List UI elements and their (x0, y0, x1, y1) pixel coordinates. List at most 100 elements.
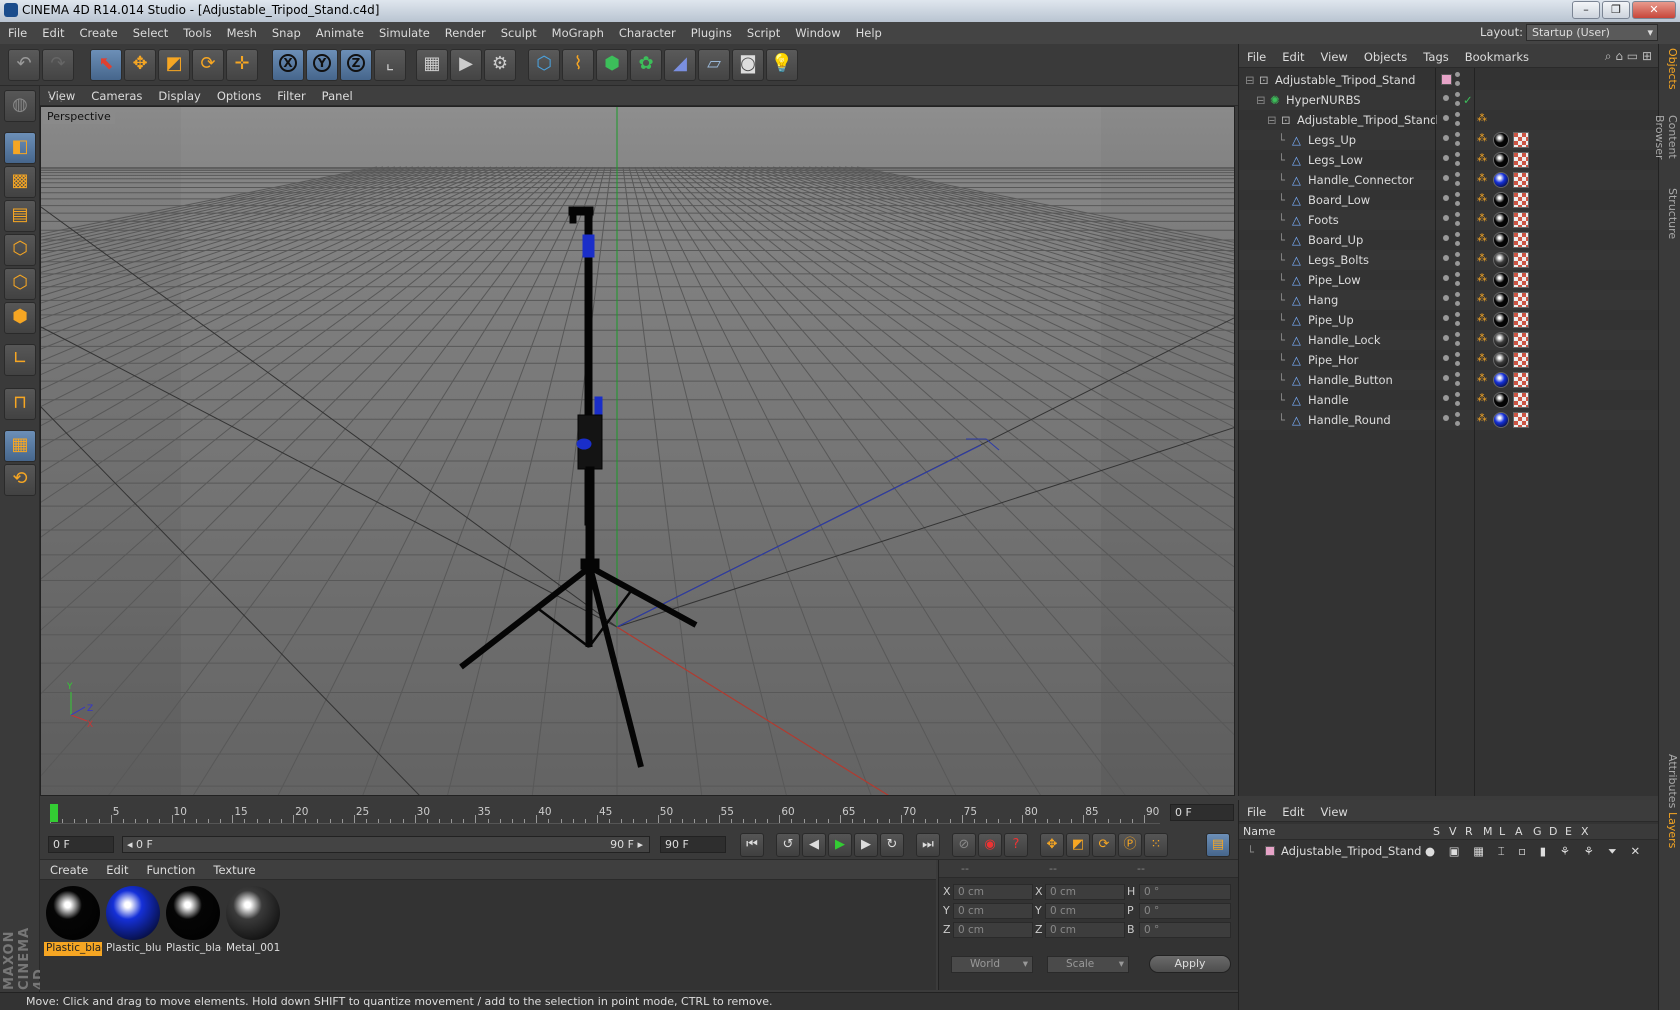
move-button[interactable]: ✥ (124, 49, 156, 81)
make-editable-button[interactable]: ◍ (4, 90, 36, 122)
layer-column-s[interactable]: S (1433, 825, 1440, 838)
viewport-perspective[interactable]: Y X Z Perspective (40, 106, 1235, 796)
menu-edit[interactable]: Edit (34, 22, 71, 40)
render-visibility-dot[interactable] (1455, 121, 1460, 126)
editor-visibility-dot[interactable] (1443, 295, 1449, 301)
uvw-tag-icon[interactable] (1513, 372, 1529, 388)
object-row[interactable]: └ △ Legs_Low ⁂ (1239, 150, 1659, 170)
key-scale-button[interactable]: ◩ (1066, 833, 1090, 857)
editor-visibility-dot[interactable] (1455, 192, 1460, 197)
edges-mode-button[interactable]: ⬡ (4, 268, 36, 300)
object-menu-tags[interactable]: Tags (1415, 44, 1456, 64)
viewport-label[interactable]: Perspective (43, 109, 115, 124)
layer-column-x[interactable]: X (1581, 825, 1589, 838)
search-icon[interactable]: ⌕ (1605, 49, 1612, 63)
editor-visibility-dot[interactable] (1455, 392, 1460, 397)
editor-visibility-dot[interactable] (1455, 212, 1460, 217)
close-button[interactable]: ✕ (1632, 1, 1676, 19)
object-row[interactable]: └ △ Handle_Connector ⁂ (1239, 170, 1659, 190)
editor-visibility-dot[interactable] (1443, 175, 1449, 181)
nurbs-button[interactable]: ⬢ (596, 49, 628, 81)
editor-visibility-dot[interactable] (1443, 155, 1449, 161)
record-button[interactable]: ◉ (978, 833, 1002, 857)
key-rotation-button[interactable]: ⟳ (1092, 833, 1116, 857)
uvw-tag-icon[interactable] (1513, 332, 1529, 348)
editor-visibility-dot[interactable] (1455, 292, 1460, 297)
uvw-tag-icon[interactable] (1513, 292, 1529, 308)
material-menu-function[interactable]: Function (137, 860, 204, 877)
layer-column-a[interactable]: A (1515, 825, 1523, 838)
editor-visibility-dot[interactable] (1455, 132, 1460, 137)
editor-visibility-dot[interactable] (1443, 415, 1449, 421)
editor-visibility-dot[interactable] (1443, 355, 1449, 361)
viewport-menu-cameras[interactable]: Cameras (83, 86, 150, 103)
object-row[interactable]: └ △ Hang ⁂ (1239, 290, 1659, 310)
menu-create[interactable]: Create (72, 22, 125, 40)
editor-visibility-dot[interactable] (1455, 252, 1460, 257)
maximize-button[interactable]: ❐ (1602, 1, 1630, 19)
tab-content-browser[interactable]: Content Browser (1653, 96, 1679, 178)
phong-tag-icon[interactable]: ⁂ (1477, 273, 1487, 284)
render-visibility-dot[interactable] (1455, 361, 1460, 366)
cube-button[interactable]: ⬡ (528, 49, 560, 81)
object-row[interactable]: ⊟ ⊡ Adjustable_Tripod_Stand (1239, 70, 1659, 90)
tab-objects[interactable]: Objects (1661, 48, 1679, 90)
uvw-tag-icon[interactable] (1513, 172, 1529, 188)
editor-visibility-dot[interactable] (1443, 135, 1449, 141)
phong-tag-icon[interactable]: ⁂ (1477, 213, 1487, 224)
next-key-button[interactable]: ↻ (880, 833, 904, 857)
render-visibility-dot[interactable] (1455, 241, 1460, 246)
tab-structure[interactable]: Structure (1661, 184, 1679, 244)
render-visibility-dot[interactable] (1455, 81, 1460, 86)
render-view-button[interactable]: ▦ (416, 49, 448, 81)
layer-column-v[interactable]: V (1449, 825, 1457, 838)
array-button[interactable]: ✿ (630, 49, 662, 81)
menu-mesh[interactable]: Mesh (219, 22, 264, 40)
material-tag-icon[interactable] (1493, 172, 1509, 188)
render-visibility-dot[interactable] (1455, 401, 1460, 406)
editor-visibility-dot[interactable] (1443, 255, 1449, 261)
timeline-view-button[interactable]: ▤ (1206, 833, 1230, 857)
timeline-ruler[interactable]: 051015202530354045505560657075808590 (50, 802, 1160, 824)
layer-menu-file[interactable]: File (1239, 800, 1274, 819)
viewport-menu-panel[interactable]: Panel (314, 86, 361, 103)
menu-file[interactable]: File (0, 22, 34, 40)
layer-column-r[interactable]: R (1465, 825, 1473, 838)
object-menu-file[interactable]: File (1239, 44, 1274, 64)
tab-attributes[interactable]: Attributes (1661, 754, 1679, 808)
layer-color-swatch[interactable] (1441, 74, 1452, 85)
z-axis-button[interactable]: Z (340, 49, 372, 81)
uvw-tag-icon[interactable] (1513, 132, 1529, 148)
size-field[interactable]: 0 cm (1045, 922, 1125, 938)
editor-visibility-dot[interactable] (1443, 395, 1449, 401)
material-swatch[interactable]: Plastic_blac (164, 884, 222, 956)
object-row[interactable]: └ △ Board_Up ⁂ (1239, 230, 1659, 250)
render-visibility-dot[interactable] (1455, 261, 1460, 266)
fold-icon[interactable]: ▭ (1627, 49, 1638, 63)
editor-visibility-dot[interactable] (1455, 152, 1460, 157)
home-icon[interactable]: ⌂ (1615, 49, 1623, 63)
go-to-end-button[interactable]: ⏭ (916, 833, 940, 857)
layout-select[interactable]: Startup (User) ▾ (1526, 24, 1658, 41)
uvw-tag-icon[interactable] (1513, 252, 1529, 268)
material-tag-icon[interactable] (1493, 252, 1509, 268)
spline-button[interactable]: ⌇ (562, 49, 594, 81)
editor-visibility-dot[interactable] (1455, 112, 1460, 117)
uvw-tag-icon[interactable] (1513, 412, 1529, 428)
light-button[interactable]: 💡 (766, 49, 798, 81)
material-tag-icon[interactable] (1493, 352, 1509, 368)
layer-column-l[interactable]: L (1499, 825, 1505, 838)
live-selection-button[interactable]: ⬉ (90, 49, 122, 81)
playhead[interactable] (50, 804, 58, 822)
uvw-tag-icon[interactable] (1513, 312, 1529, 328)
phong-tag-icon[interactable]: ⁂ (1477, 193, 1487, 204)
editor-visibility-dot[interactable] (1443, 115, 1449, 121)
object-menu-objects[interactable]: Objects (1356, 44, 1415, 64)
editor-visibility-dot[interactable] (1455, 92, 1460, 97)
object-menu-view[interactable]: View (1313, 44, 1356, 64)
editor-visibility-dot[interactable] (1455, 312, 1460, 317)
tab-layers[interactable]: Layers (1661, 810, 1679, 850)
editor-visibility-dot[interactable] (1443, 275, 1449, 281)
expand-toggle-icon[interactable]: ⊟ (1267, 113, 1277, 127)
object-menu-bookmarks[interactable]: Bookmarks (1457, 44, 1537, 64)
